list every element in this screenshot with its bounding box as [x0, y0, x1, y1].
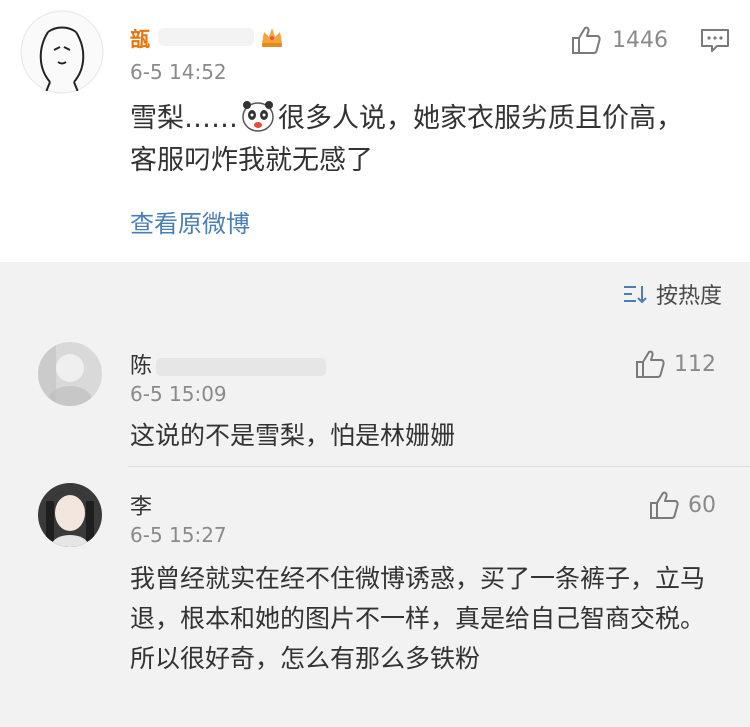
thumbs-up-icon: [572, 26, 601, 54]
like-button[interactable]: 60: [648, 489, 716, 521]
sort-icon: [623, 286, 647, 304]
thumbs-up-icon: [636, 350, 665, 378]
reply-item: 陈 6-5 15:09 这说的不是雪梨，怕是林姗姗 112: [0, 324, 750, 466]
sort-label: 按热度: [655, 284, 722, 309]
avatar[interactable]: [20, 10, 104, 94]
main-comment: 瓿 6-5 14:52 雪梨…… 很多人说，她家衣服劣质且价高，客服叼炸我就无感…: [0, 0, 750, 262]
reply-item: 李 6-5 15:27 我曾经就实在经不住微博诱惑，买了一条裤子，立马退，根本和…: [0, 467, 750, 727]
username[interactable]: 瓿: [130, 24, 286, 51]
username-redacted: [158, 28, 254, 46]
username-redacted: [156, 358, 327, 376]
reply-username[interactable]: 李: [130, 489, 152, 521]
comment-icon[interactable]: [700, 28, 730, 54]
like-count: 1446: [612, 27, 668, 53]
thumbs-up-icon: [650, 491, 679, 519]
reply-text: 这说的不是雪梨，怕是林姗姗: [130, 421, 456, 450]
avatar-drawing-icon: [20, 10, 104, 94]
avatar[interactable]: [38, 483, 102, 547]
sort-bar: 按热度: [0, 262, 750, 324]
view-original-link[interactable]: 查看原微博: [130, 204, 250, 239]
username-text: 瓿: [130, 26, 150, 51]
like-button[interactable]: 112: [634, 348, 716, 380]
reply-username[interactable]: 陈: [130, 348, 327, 380]
panda-emoji-icon: [242, 101, 274, 132]
like-count: 112: [674, 351, 716, 377]
comment-text-part1: 雪梨……: [130, 103, 238, 134]
avatar[interactable]: [38, 342, 102, 406]
reply-time: 6-5 15:27: [130, 523, 227, 547]
like-count: 60: [688, 492, 716, 518]
comment-text: 雪梨…… 很多人说，她家衣服劣质且价高，客服叼炸我就无感了: [130, 98, 690, 182]
like-button[interactable]: 1446: [570, 24, 668, 56]
sort-by-hot-button[interactable]: 按热度: [622, 278, 722, 310]
reply-username-text: 陈: [130, 354, 153, 379]
avatar-photo-icon: [38, 483, 102, 547]
avatar-photo-icon: [38, 342, 102, 406]
crown-icon: [262, 28, 282, 47]
reply-time: 6-5 15:09: [130, 382, 227, 406]
comment-time: 6-5 14:52: [130, 60, 227, 84]
reply-text: 我曾经就实在经不住微博诱惑，买了一条裤子，立马退，根本和她的图片不一样，真是给自…: [130, 564, 706, 673]
reply-username-text: 李: [130, 495, 153, 520]
